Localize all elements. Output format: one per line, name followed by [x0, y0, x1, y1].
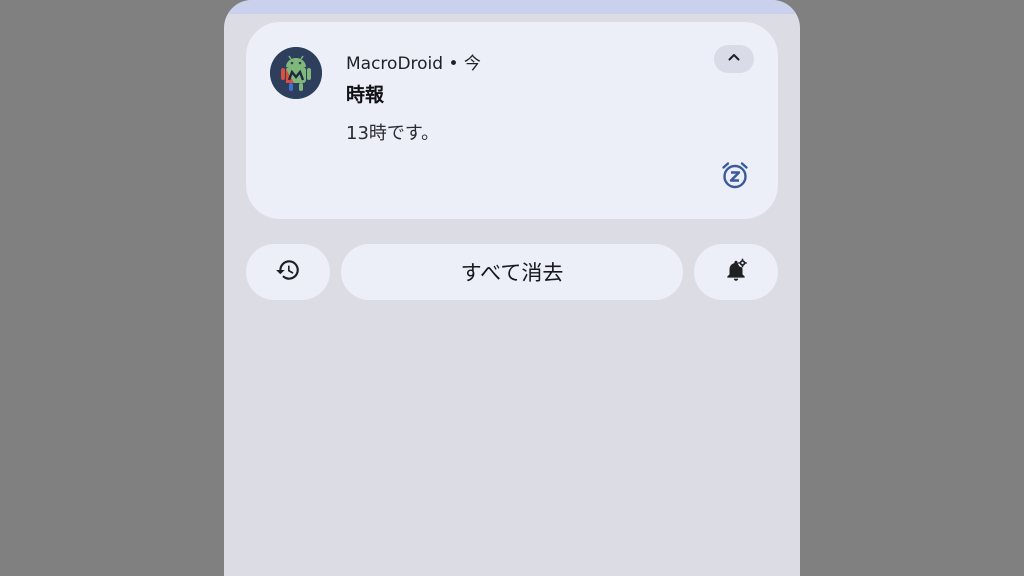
clear-all-button[interactable]: すべて消去 [341, 244, 683, 300]
notification-history-button[interactable] [246, 244, 330, 300]
app-name: MacroDroid [346, 54, 444, 74]
snooze-alarm-icon [720, 160, 750, 194]
history-icon [275, 257, 301, 287]
notification-header: MacroDroid • 今 [346, 49, 481, 74]
chevron-up-icon [726, 49, 742, 69]
notification-settings-icon [723, 257, 749, 287]
snooze-button[interactable] [718, 160, 752, 194]
macrodroid-app-icon [270, 47, 322, 99]
notification-time: 今 [463, 54, 481, 74]
notification-card[interactable]: MacroDroid • 今 時報 13時です。 [246, 22, 778, 219]
notification-shade: MacroDroid • 今 時報 13時です。 すべて消去 [224, 0, 800, 576]
notification-text: 13時です。 [346, 123, 440, 144]
notification-settings-button[interactable] [694, 244, 778, 300]
clear-all-label: すべて消去 [460, 261, 564, 285]
collapse-button[interactable] [714, 45, 754, 73]
header-separator: • [448, 54, 459, 74]
notification-title: 時報 [346, 84, 385, 106]
